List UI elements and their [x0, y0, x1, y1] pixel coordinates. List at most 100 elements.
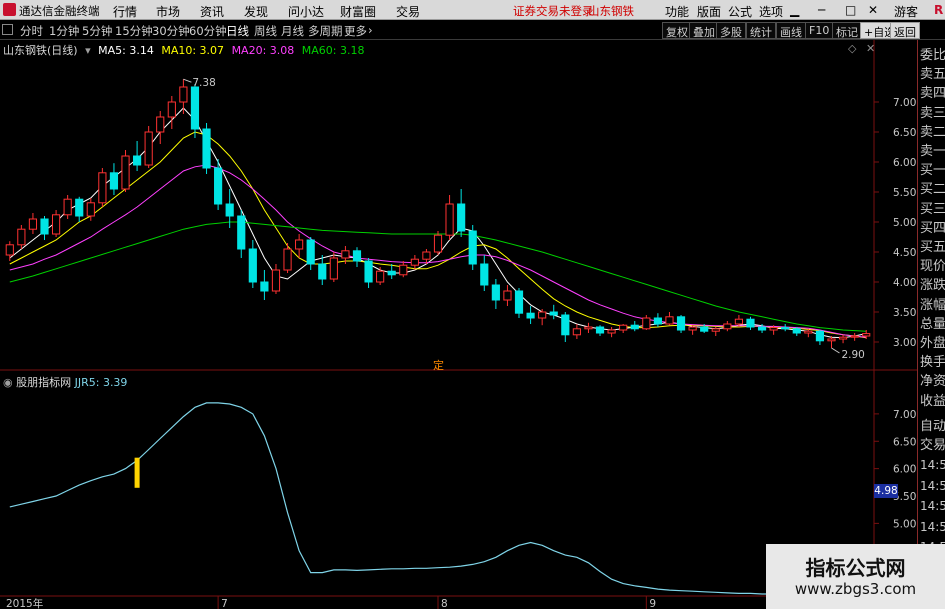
- overlay-button[interactable]: 叠加: [689, 22, 719, 39]
- menu-item-function[interactable]: 功能: [665, 3, 689, 20]
- indicator-legend: ◉ 股朋指标网 JJR5: 3.39: [3, 374, 127, 390]
- menu-item-ask[interactable]: 问小达: [288, 3, 324, 20]
- site-watermark: 指标公式网 www.zbgs3.com: [766, 544, 945, 609]
- candle-up: [329, 257, 338, 280]
- price-tick-label: 3.50: [893, 307, 916, 319]
- stock-name-label: 山东钢铁(日线): [3, 44, 78, 57]
- candle-down: [260, 281, 269, 292]
- candle-down: [526, 312, 535, 319]
- trade-time: 14:56: [920, 458, 945, 472]
- quote-label: 卖二: [920, 124, 945, 140]
- period-tab-monthly[interactable]: 月线: [281, 23, 304, 39]
- watermark-url: www.zbgs3.com: [794, 580, 917, 598]
- quote-label: 净资: [920, 374, 945, 390]
- main-chart-legend: 山东钢铁(日线) ▾ MA5: 3.14 MA10: 3.07 MA20: 3.…: [3, 42, 369, 58]
- date-tick-label: 9: [649, 598, 656, 609]
- candle-down: [237, 215, 246, 250]
- menu-item-wealth[interactable]: 财富圈: [340, 3, 376, 20]
- candle-up: [688, 326, 697, 331]
- period-toolbar: 分时 1分钟 5分钟 15分钟 30分钟 60分钟 日线 周线 月线 多周期 更…: [0, 21, 945, 40]
- candle-up: [734, 318, 743, 325]
- quote-label: 卖五: [920, 67, 945, 83]
- f10-button[interactable]: F10: [805, 22, 834, 39]
- candle-down: [75, 198, 84, 217]
- event-mark-label: 定: [433, 358, 444, 372]
- panel-settings-icon[interactable]: ◇: [848, 42, 856, 55]
- period-tab-minute[interactable]: 分时: [20, 23, 43, 39]
- menu-item-layout[interactable]: 版面: [697, 3, 721, 20]
- period-tab-multi[interactable]: 多周期: [308, 23, 343, 39]
- period-tab-weekly[interactable]: 周线: [254, 23, 277, 39]
- menu-item-market[interactable]: 市场: [156, 3, 180, 20]
- window-min-icon[interactable]: ▁: [790, 3, 799, 17]
- mark-button[interactable]: 标记: [832, 22, 862, 39]
- period-tab-5min[interactable]: 5分钟: [82, 23, 112, 39]
- indicator-tick-label: 6.00: [893, 464, 916, 476]
- quote-label: 买二: [920, 182, 945, 198]
- quote-label[interactable]: 交易: [920, 434, 945, 453]
- app-logo-icon: [3, 3, 16, 16]
- watermark-title: 指标公式网: [805, 556, 906, 580]
- toolbar-toggle-icon[interactable]: [2, 24, 13, 35]
- back-button[interactable]: 返回: [890, 22, 920, 39]
- candle-down: [561, 314, 570, 336]
- period-tab-daily[interactable]: 日线: [226, 23, 249, 39]
- price-tick-label: 6.50: [893, 127, 916, 139]
- quote-side-panel: 委比 卖五 卖四 卖三 卖二 卖一 买一 买二 买三 买四 买五 现价 涨跌 涨幅 总量 外盘 换手 净资 收益 自动…: [917, 40, 945, 609]
- quote-label: 买一: [920, 163, 945, 179]
- date-tick-label: 7: [221, 598, 228, 609]
- multi-stock-button[interactable]: 多股: [716, 22, 746, 39]
- candle-up: [179, 86, 188, 103]
- candle-up: [433, 234, 443, 253]
- stats-button[interactable]: 统计: [746, 22, 776, 39]
- candle-down: [225, 203, 234, 217]
- menu-item-options[interactable]: 选项: [759, 3, 783, 20]
- quote-label: 买五: [920, 240, 945, 255]
- candle-up: [28, 218, 38, 230]
- menu-item-quotes[interactable]: 行情: [113, 3, 137, 20]
- period-tab-1min[interactable]: 1分钟: [49, 23, 79, 39]
- period-tab-30min[interactable]: 30分钟: [152, 23, 190, 39]
- stock-chart[interactable]: 7.00 6.50 6.00 5.50 5.00 4.50 4.00 3.50 3.00 7.00…: [0, 40, 917, 609]
- trade-time: 14:56: [920, 519, 945, 534]
- period-tab-more[interactable]: 更多: [344, 23, 367, 39]
- candle-down: [595, 326, 605, 334]
- candle-up: [295, 239, 304, 250]
- period-tab-15min[interactable]: 15分钟: [115, 23, 153, 39]
- quote-label[interactable]: 自动: [920, 415, 945, 434]
- window-min2-icon[interactable]: ─: [818, 3, 825, 17]
- r-badge-icon[interactable]: R: [934, 3, 943, 17]
- window-max-icon[interactable]: □: [845, 3, 856, 17]
- login-status[interactable]: 证券交易未登录: [513, 3, 594, 19]
- high-price-label: 7.38: [192, 77, 215, 89]
- menu-item-discover[interactable]: 发现: [244, 3, 268, 20]
- menu-item-news[interactable]: 资讯: [200, 3, 224, 20]
- indicator-tick-label: 7.00: [893, 409, 916, 421]
- candle-down: [514, 290, 524, 314]
- price-tick-label: 5.50: [893, 187, 916, 199]
- quote-label: 卖三: [920, 105, 945, 121]
- chevron-right-icon[interactable]: ›: [368, 23, 373, 37]
- window-close-icon[interactable]: ✕: [868, 3, 878, 17]
- adjust-button[interactable]: 复权: [662, 22, 692, 39]
- indicator-settings-icon[interactable]: ◉: [3, 376, 13, 389]
- date-tick-label: 8: [441, 598, 448, 609]
- draw-line-button[interactable]: 画线: [776, 22, 806, 39]
- ma20-label: MA20: 3.08: [231, 44, 295, 57]
- candle-up: [572, 328, 581, 336]
- period-tab-60min[interactable]: 60分钟: [189, 23, 227, 39]
- menu-item-trade[interactable]: 交易: [396, 3, 420, 20]
- candle-down: [457, 203, 466, 232]
- expand-icon[interactable]: ▾: [85, 44, 91, 57]
- candle-down: [781, 327, 790, 330]
- candle-down: [746, 318, 755, 328]
- quote-label: 换手: [920, 355, 945, 371]
- candle-up: [850, 335, 859, 338]
- guest-button[interactable]: 游客: [894, 3, 918, 20]
- candle-down: [491, 284, 500, 301]
- app-title: 通达信金融终端: [19, 4, 100, 18]
- candle-up: [445, 203, 454, 236]
- menu-item-formula[interactable]: 公式: [728, 3, 752, 20]
- panel-close-icon[interactable]: ✕: [866, 42, 875, 55]
- candle-up: [862, 333, 871, 337]
